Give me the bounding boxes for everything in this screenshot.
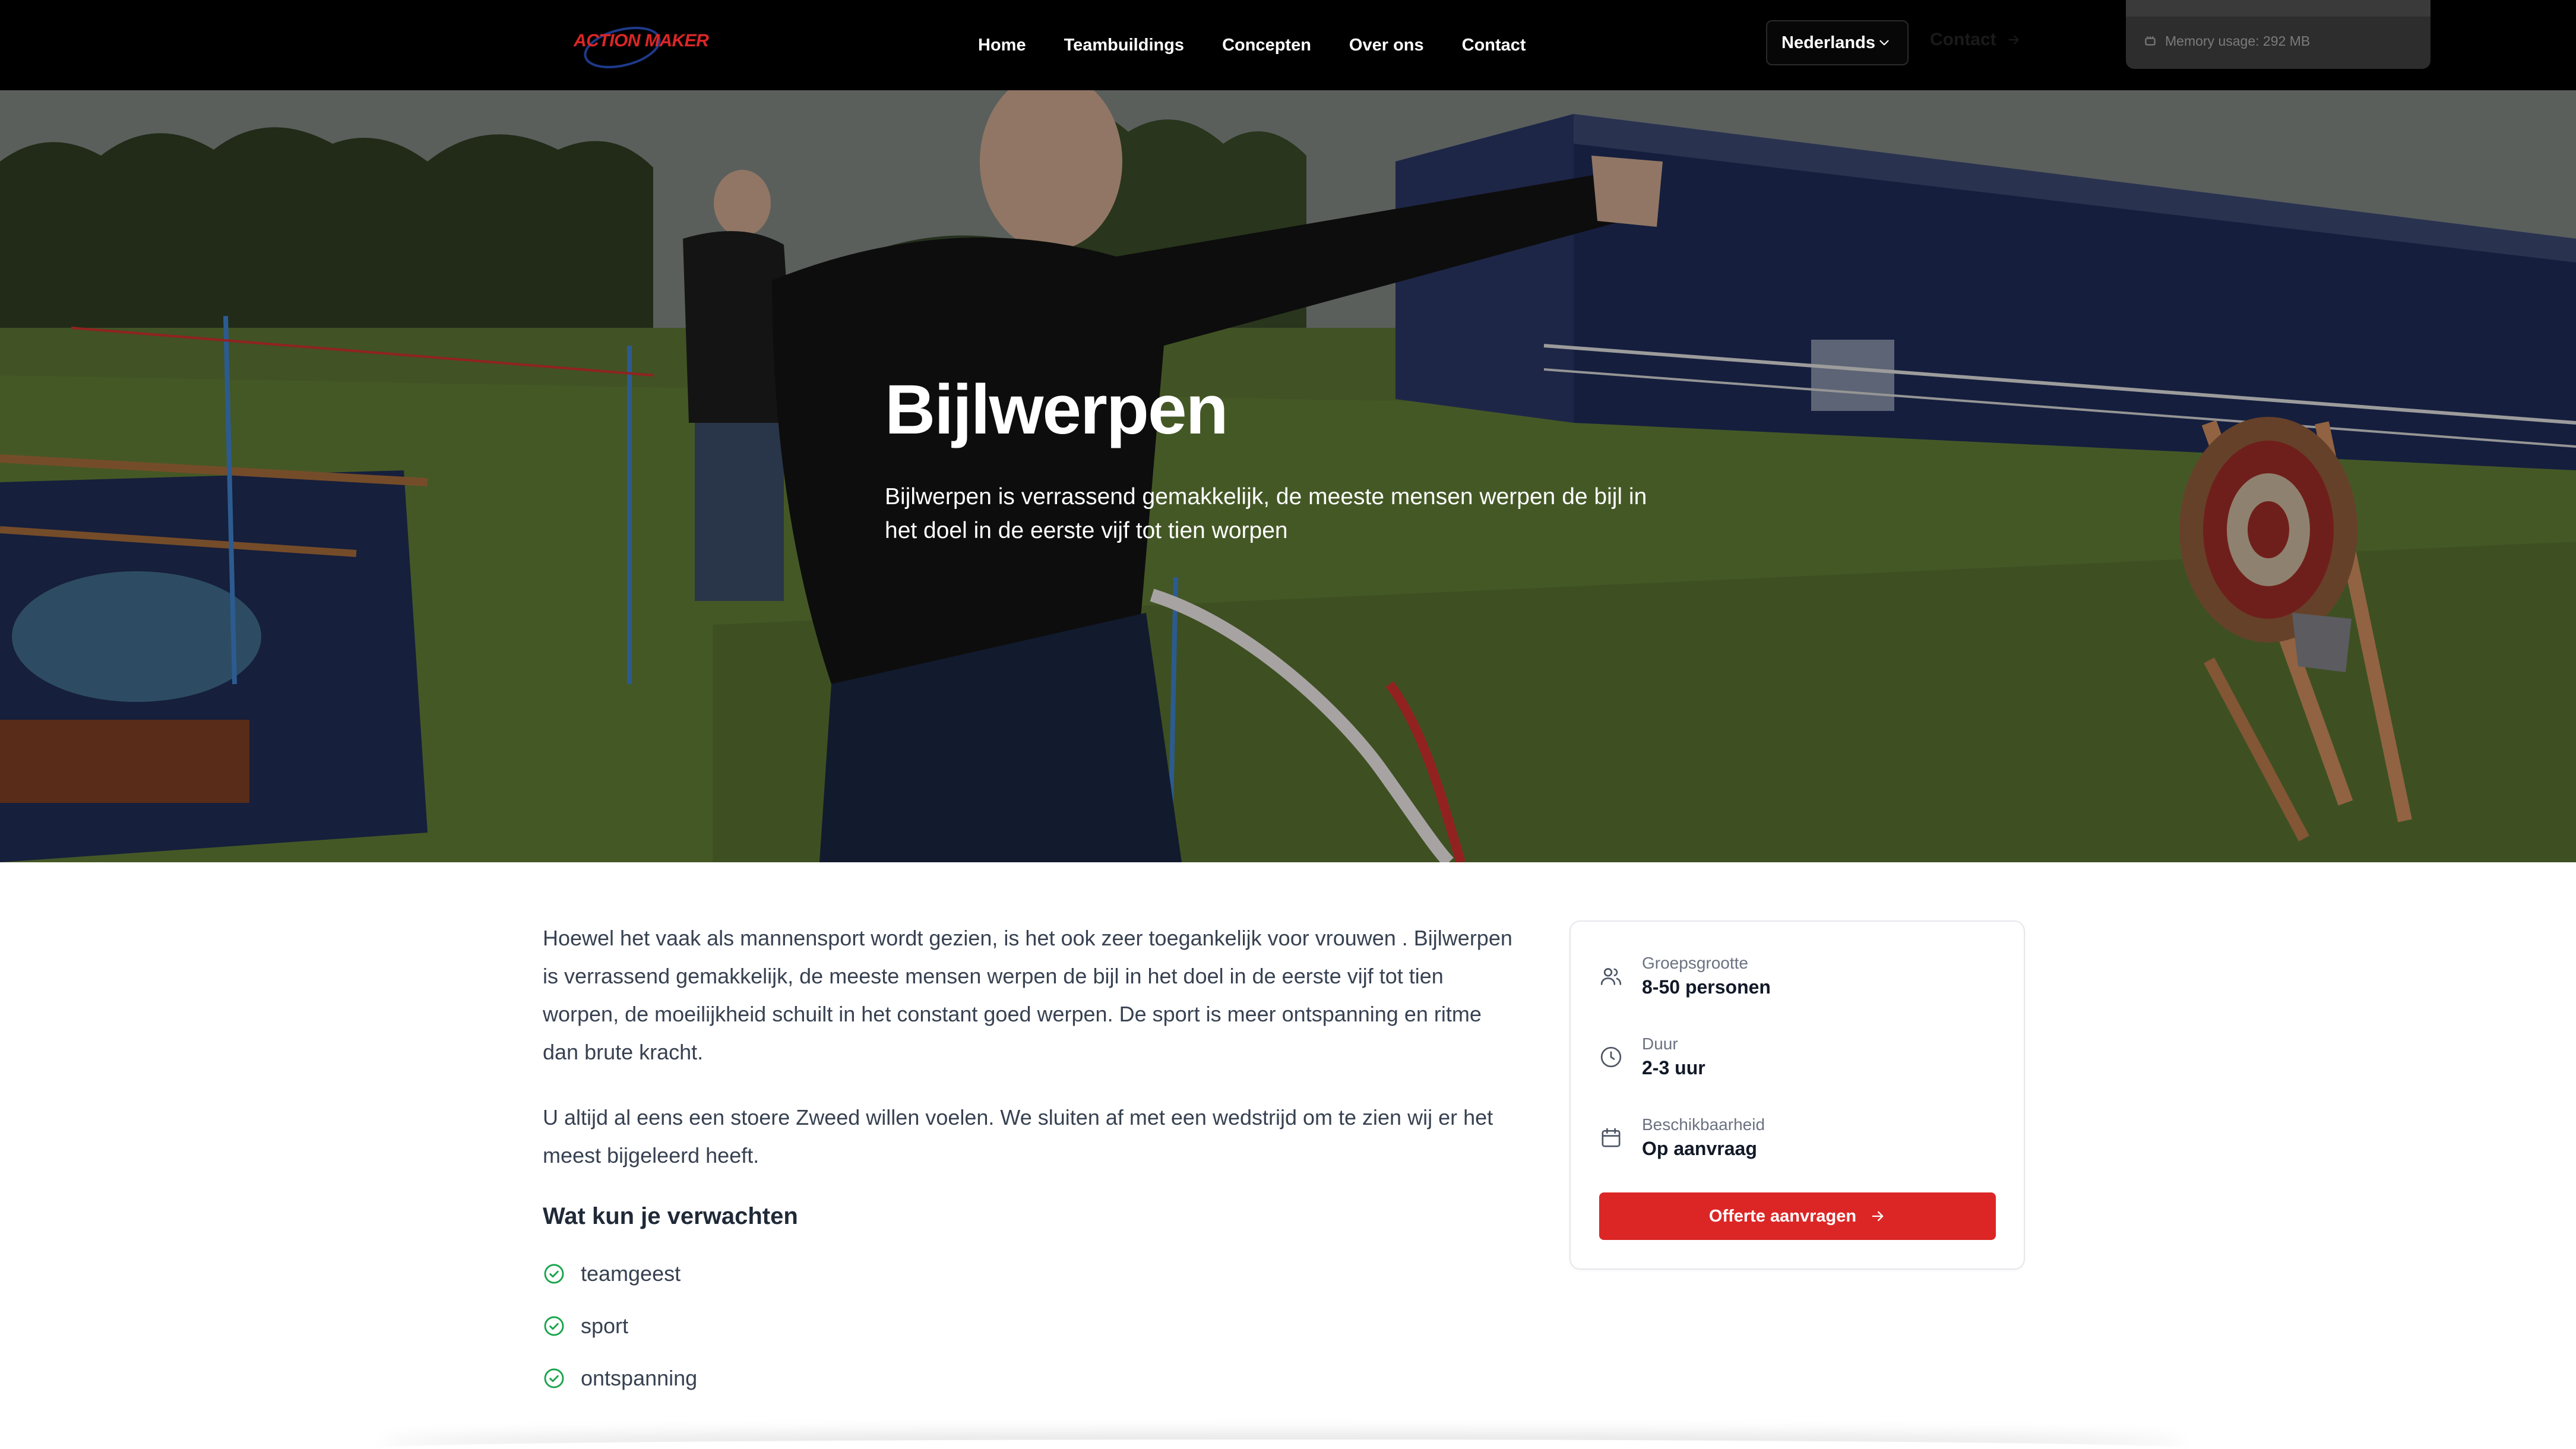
description-paragraph: U altijd al eens een stoere Zweed willen… [543,1105,1493,1168]
top-nav: ACTION MAKER Home Teambuildings Concepte… [0,0,2576,90]
nav-home[interactable]: Home [978,36,1026,55]
group-size-row: Groepsgrootte 8-50 personen [1599,953,1771,1000]
main-menu: Home Teambuildings Concepten Over ons Co… [978,0,1526,90]
check-circle-icon [544,1264,564,1284]
next-section-edge [380,1439,2185,1449]
expect-heading: Wat kun je verwachten [543,1203,798,1229]
availability-label: Beschikbaarheid [1642,1115,1765,1134]
memory-panel-header [2126,0,2431,17]
nav-concepten[interactable]: Concepten [1222,36,1311,55]
list-item: ontspanning [543,1352,1517,1404]
logo-text: ACTION MAKER [574,31,709,50]
activity-info-card: Groepsgrootte 8-50 personen Duur 2-3 uur… [1569,920,2025,1270]
memory-usage-text: Memory usage: 292 MB [2165,33,2311,49]
group-size-value: 8-50 personen [1642,976,1771,998]
logo[interactable]: ACTION MAKER [570,18,709,72]
request-quote-label: Offerte aanvragen [1708,1206,1857,1226]
contact-button[interactable]: Contact [1930,30,2021,50]
duration-row: Duur 2-3 uur [1599,1033,1705,1081]
hero-banner: Bijlwerpen Bijlwerpen is verrassend gema… [0,90,2576,862]
language-select[interactable]: Nederlands [1766,20,1909,65]
page-title: Bijlwerpen [885,371,1229,449]
calendar-icon [1602,1128,1621,1147]
request-quote-button[interactable]: Offerte aanvragen [1599,1192,1996,1240]
list-item-label: teamgeest [581,1261,681,1286]
chip-icon [2145,36,2156,45]
memory-usage-panel: Memory usage: 292 MB [2126,0,2431,69]
check-circle-icon [544,1316,564,1336]
memory-usage-readout: Memory usage: 292 MB [2143,33,2310,49]
availability-row: Beschikbaarheid Op aanvraag [1599,1114,1765,1162]
hero-subtitle: Bijlwerpen is verrassend gemakkelijk, de… [885,484,1647,543]
clock-icon [1600,1046,1622,1068]
chevron-down-icon [1879,40,1889,46]
availability-value: Op aanvraag [1642,1138,1757,1159]
nav-over-ons[interactable]: Over ons [1349,36,1424,55]
expect-list: teamgeest sport ontspanning [543,1248,1517,1404]
language-select-value: Nederlands [1781,33,1875,52]
group-size-label: Groepsgrootte [1642,954,1748,972]
nav-contact[interactable]: Contact [1462,36,1526,55]
duration-value: 2-3 uur [1642,1057,1705,1078]
nav-teambuildings[interactable]: Teambuildings [1064,36,1184,55]
activity-description: Hoewel het vaak als mannensport wordt ge… [543,919,1517,1404]
users-icon [1600,968,1622,985]
contact-button-label: Contact [1930,30,1996,49]
arrow-right-icon [1872,1211,1884,1222]
list-item: teamgeest [543,1248,1517,1300]
list-item-label: sport [581,1314,629,1338]
hero-overlay [0,90,2576,862]
check-circle-icon [544,1368,564,1388]
duration-label: Duur [1642,1034,1678,1053]
arrow-right-icon [2008,35,2019,45]
description-paragraph: Hoewel het vaak als mannensport wordt ge… [543,926,1512,1064]
list-item-label: ontspanning [581,1366,698,1390]
list-item: sport [543,1300,1517,1352]
